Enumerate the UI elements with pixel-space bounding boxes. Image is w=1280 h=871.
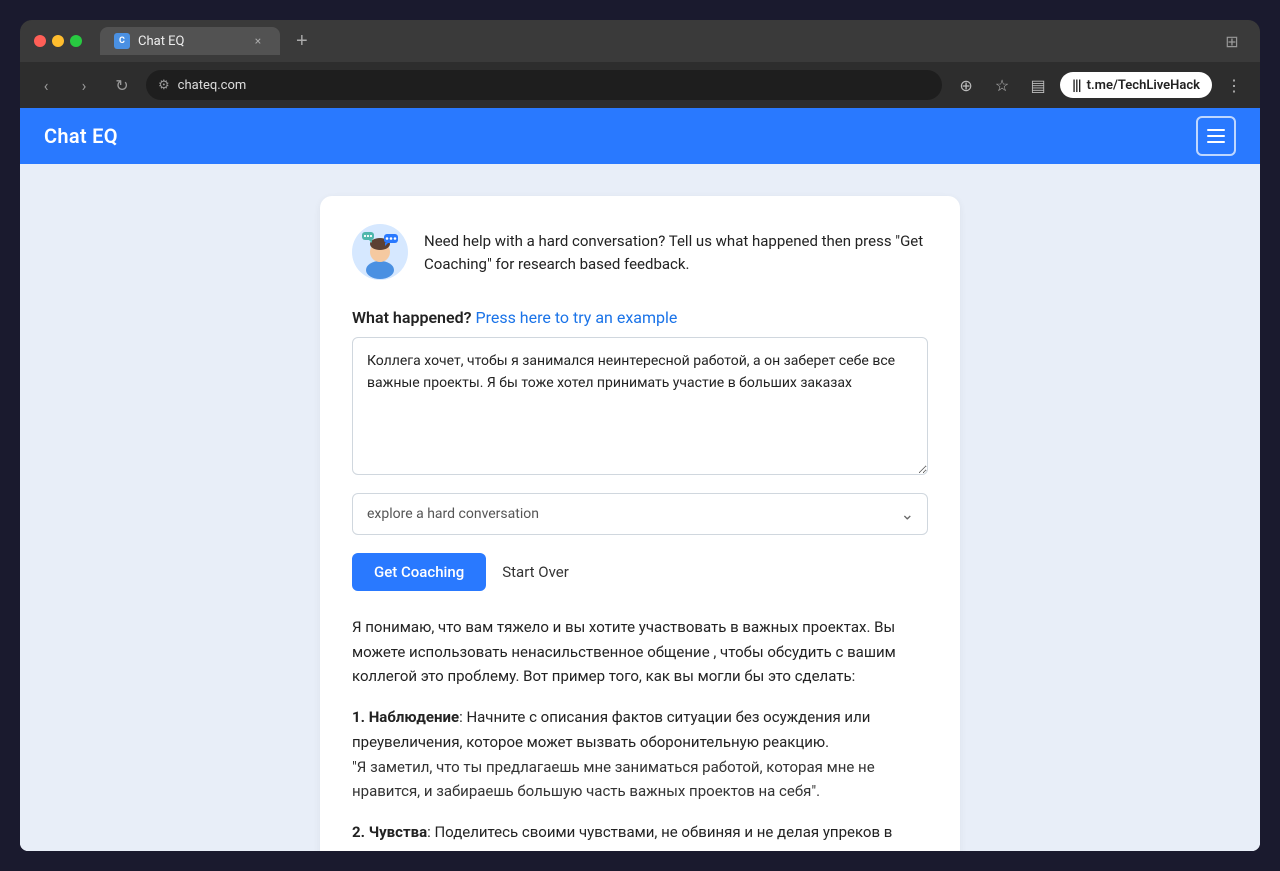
tab-favicon: C (114, 33, 130, 49)
new-tab-button[interactable]: + (288, 30, 316, 53)
bot-message: Need help with a hard conversation? Tell… (352, 224, 928, 280)
profile-icon: ||| (1072, 76, 1081, 94)
coaching-response: Я понимаю, что вам тяжело и вы хотите уч… (352, 615, 928, 851)
address-bar: ‹ › ↻ ⚙ chateq.com ⊕ ☆ ▤ ||| t.me/TechLi… (20, 62, 1260, 108)
section-2-title: Чувства (369, 823, 427, 841)
secure-icon: ⚙ (158, 78, 170, 93)
profile-badge[interactable]: ||| t.me/TechLiveHack (1060, 72, 1212, 98)
browser-content: Chat EQ (20, 108, 1260, 851)
toolbar-right: ⊕ ☆ ▤ ||| t.me/TechLiveHack ⋮ (952, 71, 1248, 99)
app-header: Chat EQ (20, 108, 1260, 164)
refresh-button[interactable]: ↻ (108, 71, 136, 99)
bot-message-text: Need help with a hard conversation? Tell… (424, 224, 928, 277)
bookmark-icon[interactable]: ☆ (988, 71, 1016, 99)
tab-close-button[interactable]: × (250, 33, 266, 49)
back-button[interactable]: ‹ (32, 71, 60, 99)
close-window-dot[interactable] (34, 35, 46, 47)
traffic-lights (34, 35, 82, 47)
tab-title: Chat EQ (138, 34, 185, 49)
url-text: chateq.com (178, 78, 247, 93)
app-body: Need help with a hard conversation? Tell… (20, 164, 1260, 851)
bot-avatar (352, 224, 408, 280)
response-intro: Я понимаю, что вам тяжело и вы хотите уч… (352, 615, 928, 689)
section-2-body: : Поделитесь своими чувствами, не обвиня… (352, 823, 892, 851)
section-1-quote: "Я заметил, что ты предлагаешь мне заним… (352, 758, 875, 801)
more-options-icon[interactable]: ⋮ (1220, 71, 1248, 99)
section-1-number: 1 (352, 708, 361, 726)
browser-tab[interactable]: C Chat EQ × (100, 27, 280, 55)
response-section-1: 1. Наблюдение: Начните с описания фактов… (352, 705, 928, 804)
example-link[interactable]: Press here to try an example (475, 308, 677, 327)
maximize-window-dot[interactable] (70, 35, 82, 47)
section-1-title: Наблюдение (369, 708, 459, 726)
section-2-number: 2 (352, 823, 361, 841)
hamburger-line-1 (1207, 129, 1225, 131)
get-coaching-button[interactable]: Get Coaching (352, 553, 486, 591)
reader-mode-icon[interactable]: ▤ (1024, 71, 1052, 99)
title-bar: C Chat EQ × + ⊞ (20, 20, 1260, 62)
hamburger-line-2 (1207, 135, 1225, 137)
hamburger-line-3 (1207, 141, 1225, 143)
action-button-row: Get Coaching Start Over (352, 553, 928, 591)
conversation-type-select[interactable]: explore a hard conversation give feedbac… (352, 493, 928, 535)
conversation-type-select-wrapper: explore a hard conversation give feedbac… (352, 493, 928, 535)
profile-text: t.me/TechLiveHack (1087, 78, 1200, 93)
browser-window: C Chat EQ × + ⊞ ‹ › ↻ ⚙ chateq.com ⊕ ☆ ▤… (20, 20, 1260, 108)
url-bar[interactable]: ⚙ chateq.com (146, 70, 942, 100)
what-happened-label: What happened? Press here to try an exam… (352, 308, 928, 327)
content-card: Need help with a hard conversation? Tell… (320, 196, 960, 851)
situation-textarea[interactable]: Коллега хочет, чтобы я занимался неинтер… (352, 337, 928, 475)
minimize-window-dot[interactable] (52, 35, 64, 47)
app-logo: Chat EQ (44, 124, 118, 148)
extensions-icon[interactable]: ⊞ (1218, 27, 1246, 55)
hamburger-menu-button[interactable] (1196, 116, 1236, 156)
start-over-button[interactable]: Start Over (502, 563, 569, 581)
response-section-2: 2. Чувства: Поделитесь своими чувствами,… (352, 820, 928, 851)
forward-button[interactable]: › (70, 71, 98, 99)
translate-icon[interactable]: ⊕ (952, 71, 980, 99)
